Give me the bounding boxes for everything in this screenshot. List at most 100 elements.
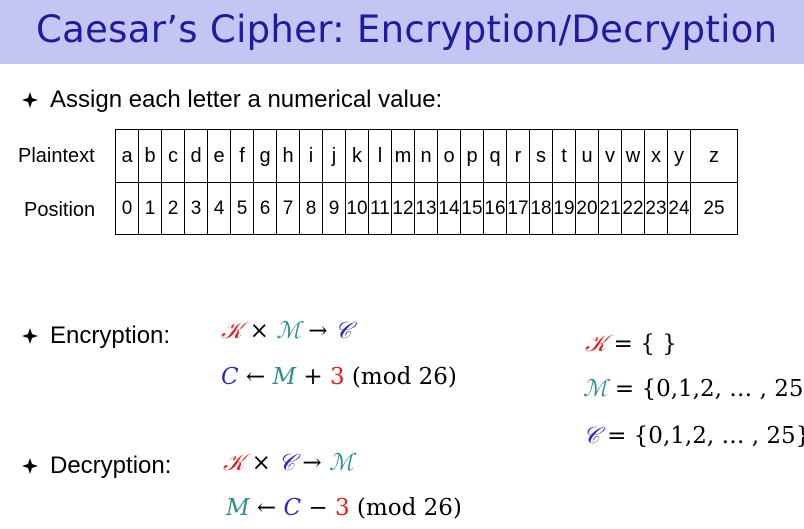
message-space-symbol: ℳ [583,376,608,402]
encryption-rule: 𝐶 ← 𝑀 + 3 (mod 26) [221,364,457,390]
plaintext-cell: i [299,129,323,183]
position-cell: 5 [230,182,254,235]
cipher-space-symbol: 𝒞 [278,450,296,476]
message-var: 𝑀 [272,364,297,390]
times-symbol: × [244,450,279,476]
mod-text: (mod 26) [349,495,462,521]
position-cell: 16 [483,182,507,235]
position-cell: 21 [598,182,622,235]
position-cell: 6 [253,182,277,235]
key-value: 3 [334,495,350,521]
key-space-symbol: 𝒦 [585,331,607,357]
position-cell: 0 [115,182,139,235]
plaintext-cell: s [529,129,553,183]
encryption-mapping: 𝒦 × ℳ → 𝒞 [221,318,352,344]
message-space-definition: ℳ = {0,1,2, … , 25}* [583,376,804,402]
cipher-space-symbol: 𝒞 [334,318,352,344]
message-space-symbol: ℳ [276,318,301,344]
mod-text: (mod 26) [344,364,457,390]
position-cell: 18 [529,182,553,235]
key-space-definition: 𝒦 = { } [585,331,677,357]
position-cell: 12 [391,182,415,235]
plaintext-cell: m [391,129,415,183]
position-cell: 25 [690,182,738,235]
plus-symbol: + [296,364,330,390]
plaintext-row-label: Plaintext [18,145,95,167]
decryption-mapping: 𝒦 × 𝒞 → ℳ [223,450,354,476]
key-space-symbol: 𝒦 [223,450,245,476]
plaintext-cell: e [207,129,231,183]
position-cell: 20 [575,182,599,235]
page-title: Caesar’s Cipher: Encryption/Decryption [36,8,778,51]
position-cell: 8 [299,182,323,235]
position-cell: 7 [276,182,300,235]
bullet-encryption: Encryption: [22,322,170,350]
bullet-encryption-text: Encryption: [50,322,171,349]
position-cell: 3 [184,182,208,235]
bullet-decryption-text: Decryption: [50,452,172,479]
message-var: 𝑀 [226,495,250,521]
position-cell: 10 [345,182,369,235]
cipher-space-definition: 𝒞 = {0,1,2, … , 25}* [583,423,804,449]
plaintext-cell: x [644,129,668,183]
plaintext-cell: b [138,129,162,183]
position-cell: 23 [644,182,668,235]
plaintext-cell: n [414,129,438,183]
diamond-bullet-icon [22,92,38,108]
bullet-decryption: Decryption: [22,452,171,480]
plaintext-cell: h [276,129,300,183]
plaintext-cell: y [667,129,691,183]
plaintext-cell: r [506,129,530,183]
cipher-space-symbol: 𝒞 [583,423,600,449]
key-value: 3 [329,364,345,390]
plaintext-cell: z [690,129,738,183]
plaintext-cell: d [184,129,208,183]
diamond-bullet-icon [22,328,38,344]
position-cell: 17 [506,182,530,235]
times-symbol: × [242,318,277,344]
position-cell: 19 [552,182,576,235]
position-cell: 24 [667,182,691,235]
decryption-rule: 𝑀 ← 𝐶 − 3 (mod 26) [226,495,462,521]
plaintext-cell: a [115,129,139,183]
plaintext-row: abcdefghijklmnopqrstuvwxyz [115,129,738,183]
letter-position-table: abcdefghijklmnopqrstuvwxyz 0 1 2 3 4 5 6 7 8 9 10 1… [115,129,738,235]
plaintext-cell: o [437,129,461,183]
position-cell: 22 [621,182,645,235]
key-space-symbol: 𝒦 [221,318,243,344]
assign-arrow: ← [238,364,273,390]
plaintext-cell: c [161,129,185,183]
plaintext-cell: t [552,129,576,183]
position-cell: 1 [138,182,162,235]
position-cell: 13 [414,182,438,235]
plaintext-cell: q [483,129,507,183]
cipher-space-set: = {0,1,2, … , 25} [599,423,804,449]
message-space-symbol: ℳ [328,450,354,476]
plaintext-cell: p [460,129,484,183]
position-cell: 2 [161,182,185,235]
plaintext-cell: g [253,129,277,183]
plaintext-cell: k [345,129,369,183]
plaintext-cell: w [621,129,645,183]
ciphertext-var: 𝐶 [283,495,302,521]
plaintext-cell: u [575,129,599,183]
position-cell: 15 [460,182,484,235]
position-cell: 11 [368,182,392,235]
bullet-assign: Assign each letter a numerical value: [22,86,442,114]
position-row: 0 1 2 3 4 5 6 7 8 9 10 11 12 13 14 15 16 17 18 19 20 21 22 23 24… [115,182,738,235]
position-cell: 4 [207,182,231,235]
plaintext-cell: f [230,129,254,183]
position-cell: 9 [322,182,346,235]
arrow-symbol: → [300,318,335,344]
ciphertext-var: 𝐶 [221,364,239,390]
minus-symbol: − [301,495,335,521]
bullet-assign-text: Assign each letter a numerical value: [50,86,443,113]
plaintext-cell: j [322,129,346,183]
arrow-symbol: → [295,450,329,476]
diamond-bullet-icon [22,458,38,474]
plaintext-cell: l [368,129,392,183]
position-row-label: Position [24,199,96,221]
plaintext-cell: v [598,129,622,183]
key-space-set: = { } [606,331,677,357]
message-space-set: = {0,1,2, … , 25} [607,376,804,402]
